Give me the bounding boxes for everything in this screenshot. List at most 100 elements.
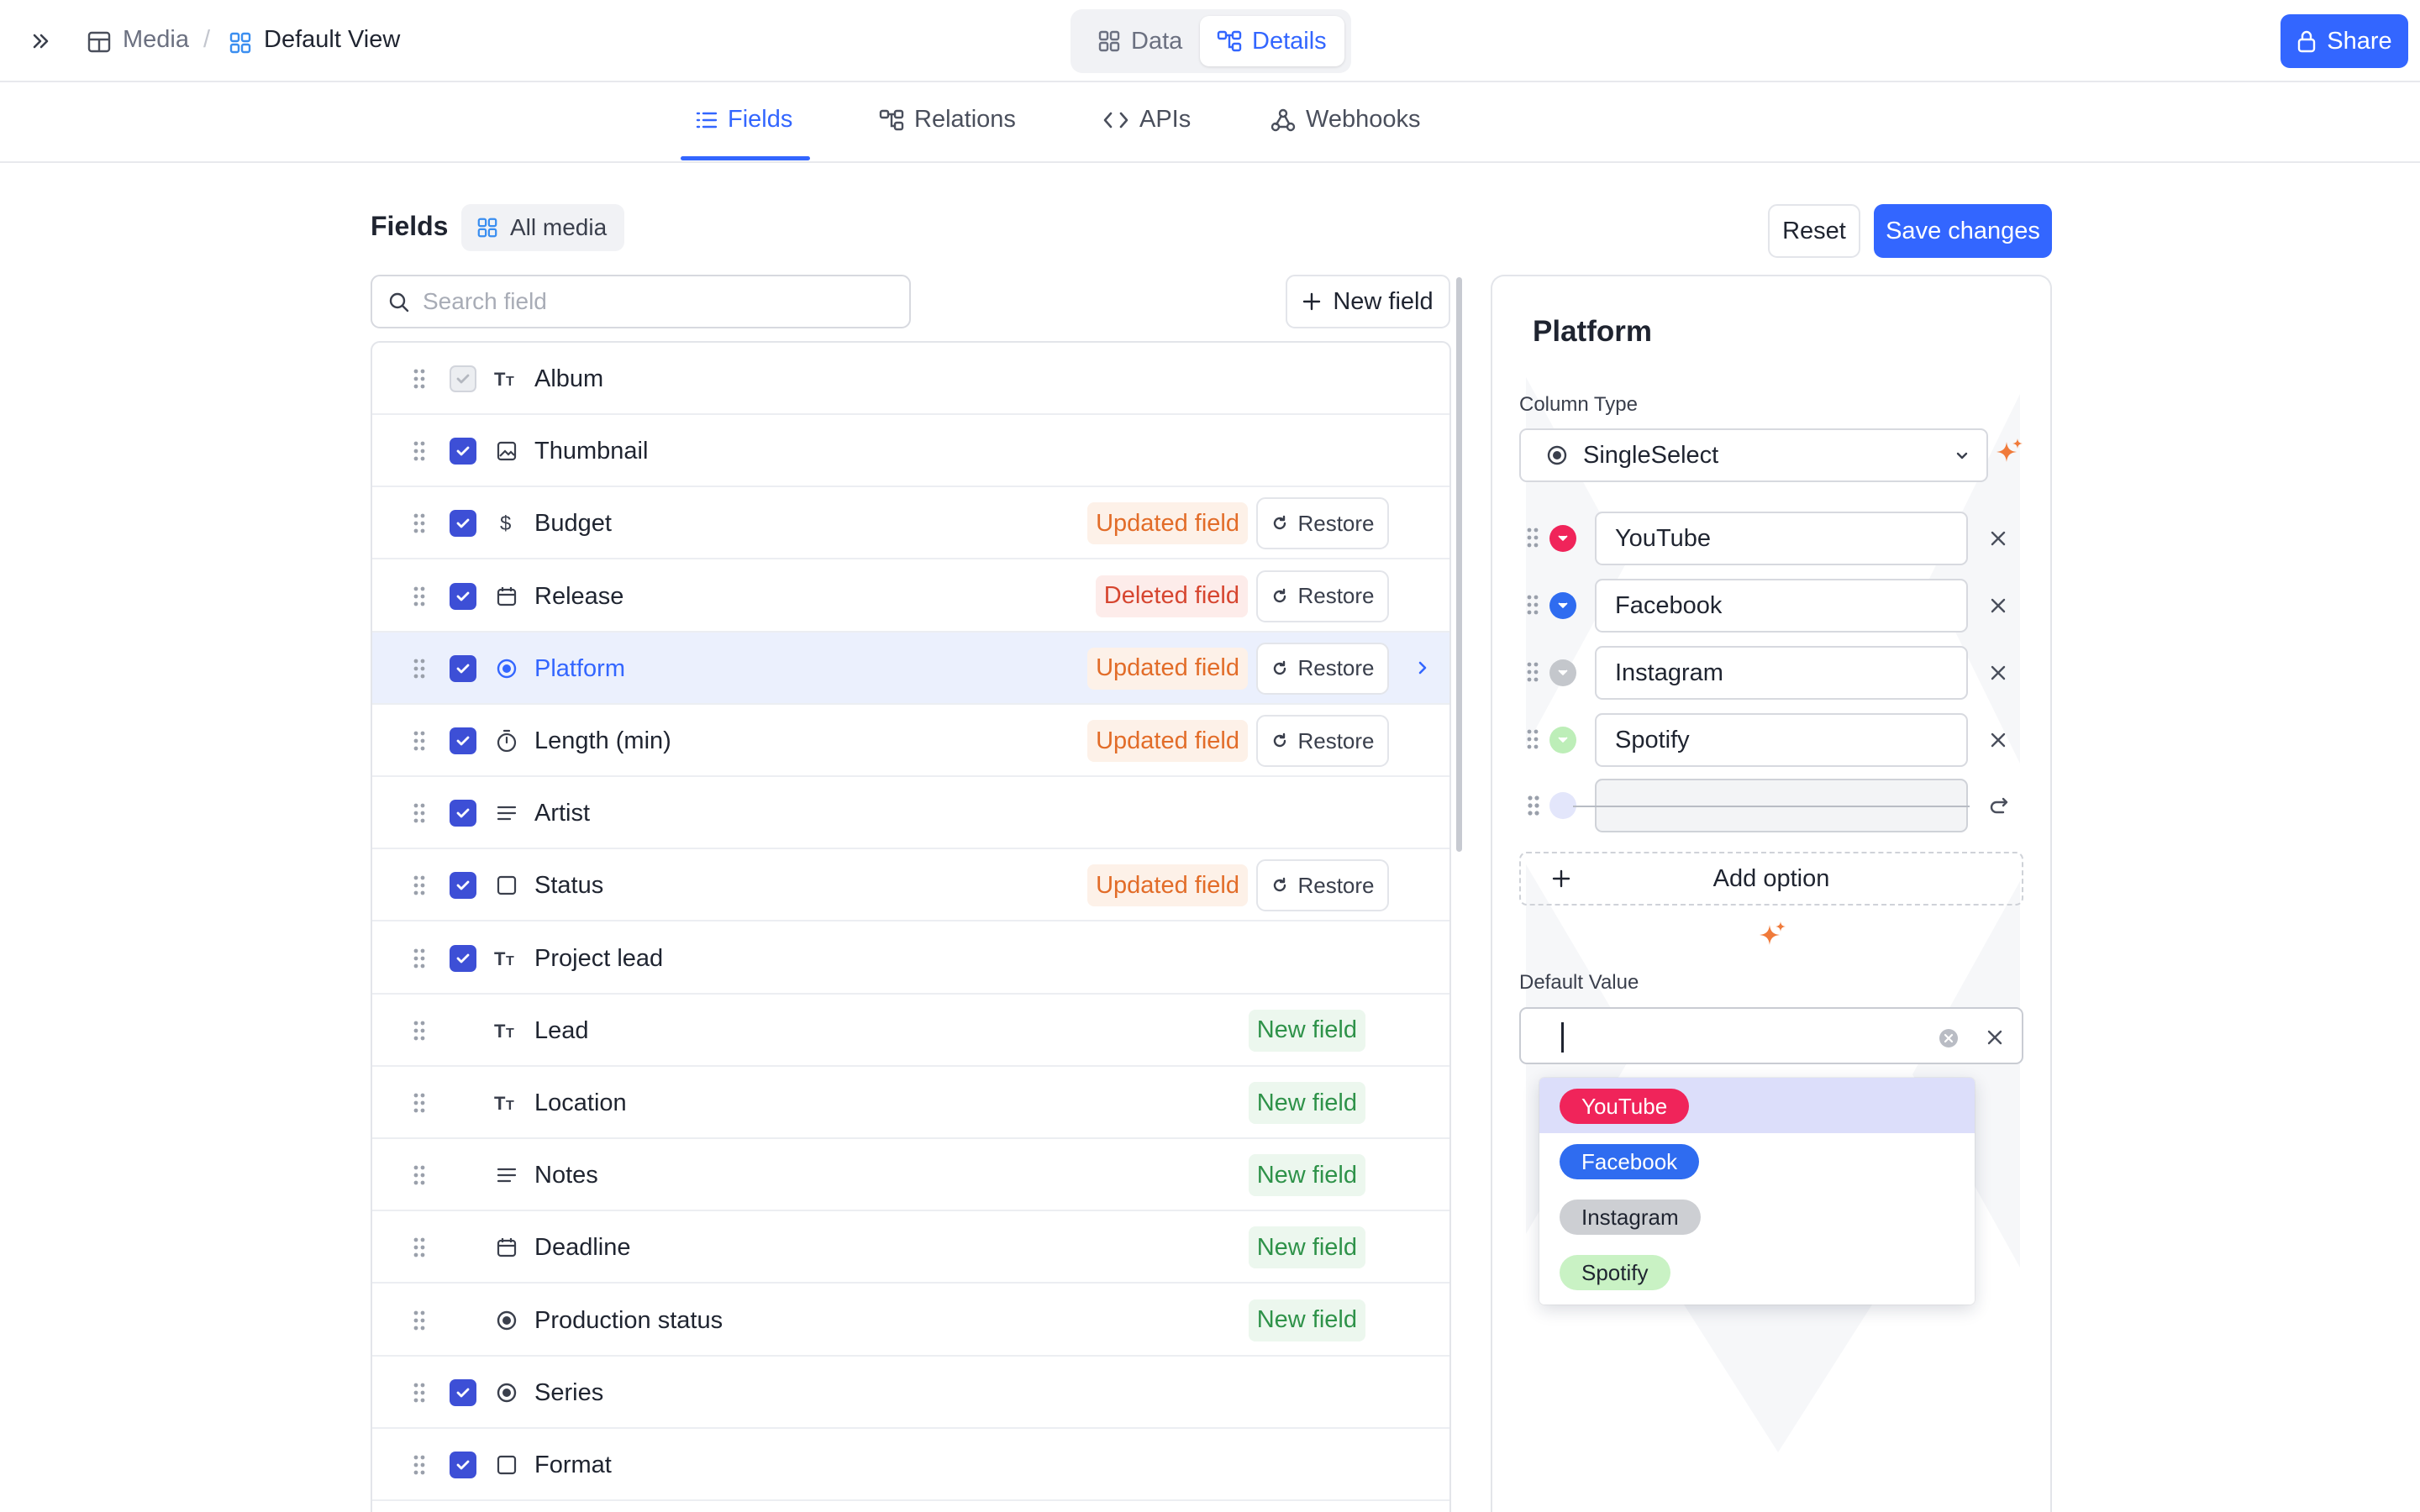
field-visible-checkbox[interactable] [450,438,476,465]
option-input[interactable]: YouTube [1595,512,1968,565]
drag-handle-icon[interactable] [413,368,426,394]
field-visible-checkbox[interactable] [450,654,476,682]
restore-button[interactable]: Restore [1256,497,1389,550]
dropdown-option[interactable]: Instagram [1539,1189,1975,1244]
dropdown-option[interactable]: YouTube [1539,1078,1975,1133]
drag-handle-icon[interactable] [413,874,426,900]
new-field-button[interactable]: New field [1286,275,1450,328]
option-input[interactable]: Spotify [1595,713,1968,767]
field-visible-checkbox[interactable] [450,944,476,972]
restore-icon [1274,516,1286,530]
drag-handle-icon[interactable] [1526,728,1539,754]
field-row[interactable]: Production status New field [372,1284,1449,1357]
option-color-dot[interactable] [1549,659,1576,686]
drag-handle-icon[interactable] [413,1310,426,1336]
drag-handle-icon[interactable] [1526,594,1539,620]
drag-handle-icon[interactable] [413,1164,426,1190]
drag-handle-icon[interactable] [413,802,426,828]
tab-relations[interactable]: Relations [879,106,1016,134]
remove-option-icon[interactable] [1988,596,2008,620]
add-option-button[interactable]: Add option [1519,852,2023,906]
drag-handle-icon[interactable] [1526,794,1541,817]
field-row[interactable]: T T Location New field [372,1067,1449,1139]
field-row[interactable]: T T Project lead [372,922,1449,995]
drag-handle-icon[interactable] [413,512,426,538]
drag-handle-icon[interactable] [413,658,426,684]
drag-handle-icon[interactable] [413,948,426,974]
clear-circle-icon[interactable] [1938,1027,1960,1049]
calendar-icon [493,583,520,610]
field-row[interactable]: T T Album [372,343,1449,415]
tab-apis[interactable]: APIs [1102,106,1191,134]
drag-handle-icon[interactable] [413,440,426,466]
view-switch: Data Details [1071,9,1351,73]
field-visible-checkbox[interactable] [450,1452,476,1478]
drag-handle-icon[interactable] [413,1236,426,1263]
option-color-dot[interactable] [1549,592,1576,619]
tab-webhooks[interactable]: Webhooks [1270,106,1421,134]
restore-button[interactable]: Restore [1256,859,1389,912]
field-visible-checkbox[interactable] [450,510,476,538]
field-row[interactable]: Notes New field [372,1139,1449,1212]
drag-handle-icon[interactable] [413,585,426,612]
ai-sparkle-icon[interactable] [1758,920,1788,950]
search-field[interactable] [371,275,911,328]
field-row[interactable]: Length (min) Updated field Restore [372,705,1449,777]
drag-handle-icon[interactable] [413,1020,426,1046]
drag-handle-icon[interactable] [1526,661,1539,687]
reset-button[interactable]: Reset [1768,204,1860,258]
column-type-select[interactable]: SingleSelect [1519,428,1988,482]
expand-sidebar-icon[interactable] [29,28,55,55]
field-row[interactable]: Status Updated field Restore [372,849,1449,922]
field-row[interactable]: Thumbnail [372,415,1449,488]
field-row[interactable]: Deadline New field [372,1211,1449,1284]
close-icon[interactable] [1985,1027,2005,1047]
field-visible-checkbox[interactable] [450,582,476,610]
restore-button[interactable]: Restore [1256,570,1389,622]
field-status-badge: New field [1248,1009,1365,1052]
option-color-dot[interactable] [1549,525,1576,552]
option-color-dot[interactable] [1549,727,1576,753]
list-scrollbar[interactable] [1456,277,1462,852]
drag-handle-icon[interactable] [1526,527,1539,553]
scope-pill[interactable]: All media [461,204,624,251]
search-input[interactable] [423,285,893,318]
field-visible-checkbox[interactable] [450,1378,476,1406]
breadcrumb-base[interactable]: Media [123,26,189,54]
field-visible-checkbox[interactable] [450,800,476,827]
restore-button[interactable]: Restore [1256,642,1389,695]
option-input[interactable]: Facebook [1595,579,1968,633]
field-status-badge: Updated field [1087,864,1248,907]
field-row[interactable]: Format [372,1429,1449,1501]
field-row[interactable]: T T Lead New field [372,995,1449,1067]
default-value-input[interactable] [1519,1007,2023,1064]
dropdown-option[interactable]: Spotify [1539,1244,1975,1299]
field-visible-checkbox[interactable] [450,872,476,900]
breadcrumb-view[interactable]: Default View [264,26,400,54]
drag-handle-icon[interactable] [413,1382,426,1408]
tab-fields[interactable]: Fields [696,106,792,134]
share-button[interactable]: Share [2281,14,2408,68]
drag-handle-icon[interactable] [413,1092,426,1118]
field-visible-checkbox[interactable] [450,727,476,754]
undo-icon[interactable] [1988,794,2012,817]
view-details-button[interactable]: Details [1200,16,1344,66]
field-row[interactable]: Platform Updated field Restore [372,632,1449,705]
field-row[interactable]: Series [372,1357,1449,1429]
save-changes-button[interactable]: Save changes [1874,204,2052,258]
chevron-right-icon[interactable] [1413,657,1433,683]
restore-button[interactable]: Restore [1256,715,1389,767]
remove-option-icon[interactable] [1988,528,2008,553]
drag-handle-icon[interactable] [413,1454,426,1480]
remove-option-icon[interactable] [1988,730,2008,754]
field-row[interactable]: $ Budget Updated field Restore [372,487,1449,560]
drag-handle-icon[interactable] [413,730,426,756]
option-input[interactable]: Instagram [1595,646,1968,700]
remove-option-icon[interactable] [1988,663,2008,687]
field-name: Series [534,1378,604,1406]
field-row[interactable]: Artist [372,777,1449,850]
ai-sparkle-icon[interactable] [1995,437,2025,467]
field-row[interactable]: Release Deleted field Restore [372,560,1449,633]
view-data-button[interactable]: Data [1079,16,1197,66]
dropdown-option[interactable]: Facebook [1539,1133,1975,1189]
